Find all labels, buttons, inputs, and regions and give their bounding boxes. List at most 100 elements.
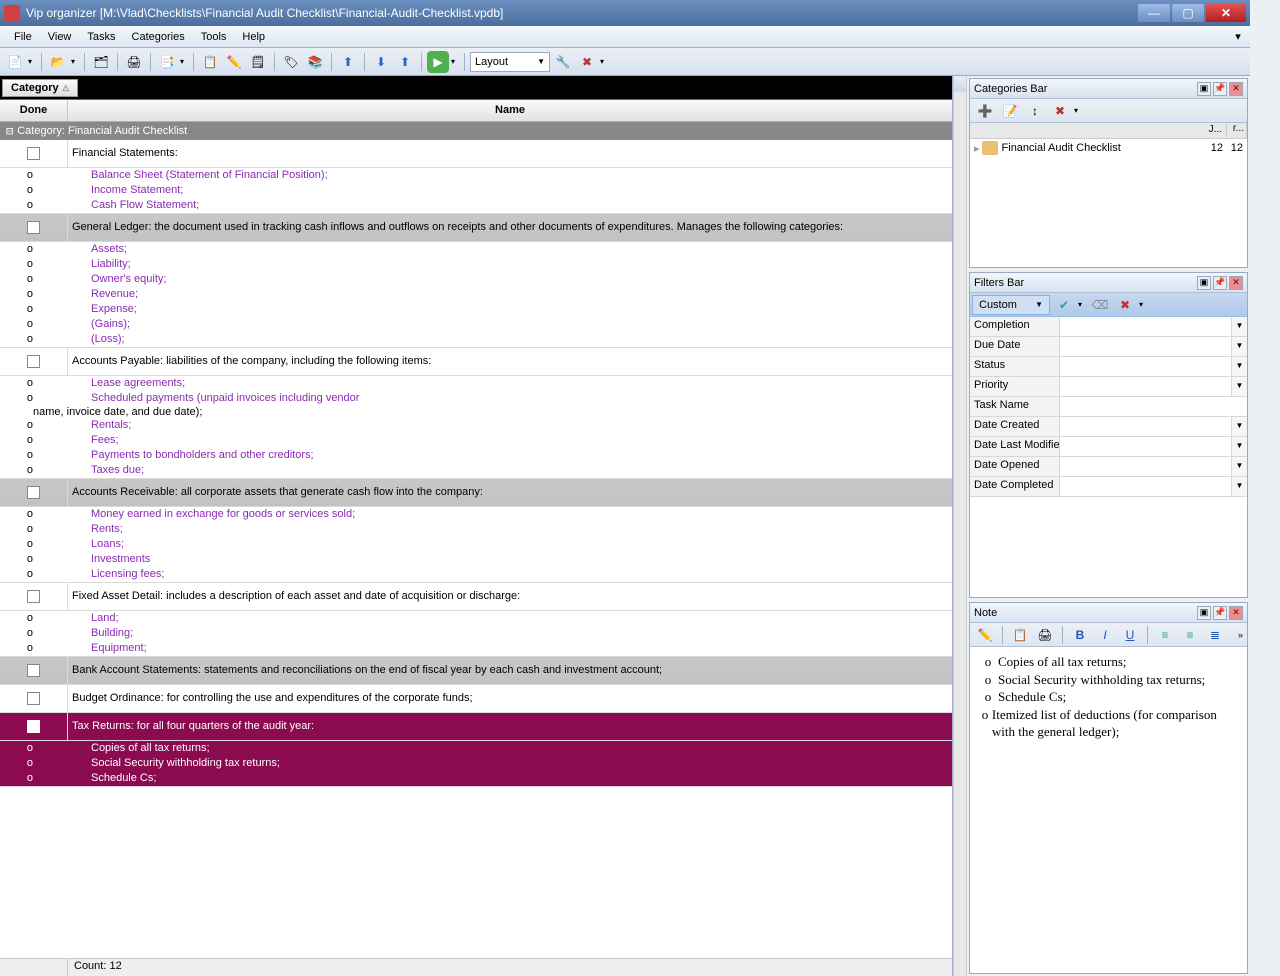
filter-value[interactable]: [1060, 317, 1231, 336]
italic-icon[interactable]: I: [1094, 624, 1116, 646]
layout-combo[interactable]: Layout ▼: [470, 52, 550, 72]
checkbox[interactable]: [27, 720, 40, 733]
dropdown-icon[interactable]: ▾: [451, 57, 459, 66]
filter-value[interactable]: [1060, 377, 1231, 396]
category-item[interactable]: ▸ Financial Audit Checklist 12 12: [970, 139, 1247, 157]
chevron-down-icon[interactable]: ▼: [1231, 357, 1247, 376]
up-blue-icon[interactable]: ⬆: [337, 51, 359, 73]
new-cat-icon[interactable]: ➕: [974, 100, 996, 122]
apply-layout-icon[interactable]: 🔧: [552, 51, 574, 73]
filter-row[interactable]: Date Opened▼: [970, 457, 1247, 477]
chevron-down-icon[interactable]: ▼: [1231, 337, 1247, 356]
del-cat-icon[interactable]: ✖: [1049, 100, 1071, 122]
filter-row[interactable]: Completion▼: [970, 317, 1247, 337]
task-row[interactable]: General Ledger: the document used in tra…: [0, 214, 952, 242]
edit-icon[interactable]: ✏️: [223, 51, 245, 73]
up-blue2-icon[interactable]: ⬆: [394, 51, 416, 73]
filter-row[interactable]: Priority▼: [970, 377, 1247, 397]
filter-value[interactable]: [1060, 457, 1231, 476]
task-row[interactable]: Accounts Payable: liabilities of the com…: [0, 348, 952, 376]
vertical-scrollbar[interactable]: [953, 76, 967, 976]
checkbox[interactable]: [27, 692, 40, 705]
chevron-down-icon[interactable]: ▼: [1231, 377, 1247, 396]
window-close-button[interactable]: ✕: [1206, 4, 1246, 22]
filter-value[interactable]: [1060, 397, 1247, 416]
bold-icon[interactable]: B: [1069, 624, 1091, 646]
checkbox[interactable]: [27, 221, 40, 234]
filter-row[interactable]: Date Last Modifie▼: [970, 437, 1247, 457]
remove-filter-icon[interactable]: ✖: [1114, 294, 1136, 316]
filter-row[interactable]: Date Created▼: [970, 417, 1247, 437]
group-by-category-button[interactable]: Category △: [2, 79, 78, 97]
filter-value[interactable]: [1060, 437, 1231, 456]
dropdown-icon[interactable]: ▾: [28, 57, 36, 66]
clear-filter-icon[interactable]: ⌫: [1089, 294, 1111, 316]
menu-help[interactable]: Help: [234, 29, 273, 45]
task-row[interactable]: Budget Ordinance: for controlling the us…: [0, 685, 952, 713]
folder-icon[interactable]: 🗂: [90, 51, 112, 73]
panel-close-icon[interactable]: ✕: [1229, 82, 1243, 96]
col-done[interactable]: Done: [0, 100, 68, 121]
category-group-row[interactable]: ⊟ Category: Financial Audit Checklist: [0, 122, 952, 140]
task-row[interactable]: Financial Statements:: [0, 140, 952, 168]
stack-icon[interactable]: 📚: [304, 51, 326, 73]
paste-icon[interactable]: 📋: [199, 51, 221, 73]
task-row[interactable]: Fixed Asset Detail: includes a descripti…: [0, 583, 952, 611]
checkbox[interactable]: [27, 664, 40, 677]
panel-restore-icon[interactable]: ▣: [1197, 82, 1211, 96]
filter-preset-combo[interactable]: Custom ▼: [972, 295, 1050, 315]
status-green-icon[interactable]: ▶: [427, 51, 449, 73]
checkbox[interactable]: [27, 486, 40, 499]
chevron-down-icon[interactable]: ▼: [1231, 317, 1247, 336]
dropdown-icon[interactable]: ▾: [1074, 106, 1082, 115]
categories-list[interactable]: ▸ Financial Audit Checklist 12 12: [970, 139, 1247, 267]
print-note-icon[interactable]: 🖨: [1034, 624, 1056, 646]
bullet-list-icon[interactable]: ≣: [1204, 624, 1226, 646]
underline-icon[interactable]: U: [1119, 624, 1141, 646]
dropdown-icon[interactable]: ▾: [1078, 300, 1086, 309]
apply-filter-icon[interactable]: ✔: [1053, 294, 1075, 316]
delete-icon[interactable]: ✖: [576, 51, 598, 73]
filter-value[interactable]: [1060, 417, 1231, 436]
panel-close-icon[interactable]: ✕: [1229, 606, 1243, 620]
overflow-icon[interactable]: »: [1238, 630, 1243, 640]
task-row[interactable]: Tax Returns: for all four quarters of th…: [0, 713, 952, 741]
checkbox[interactable]: [27, 147, 40, 160]
window-maximize-button[interactable]: ▢: [1172, 4, 1204, 22]
checkbox[interactable]: [27, 590, 40, 603]
dropdown-icon[interactable]: ▾: [71, 57, 79, 66]
down-blue-icon[interactable]: ⬇: [370, 51, 392, 73]
col-name[interactable]: Name: [68, 100, 952, 121]
new-item-icon[interactable]: 📂: [47, 51, 69, 73]
dropdown-icon[interactable]: ▾: [600, 57, 608, 66]
panel-restore-icon[interactable]: ▣: [1197, 606, 1211, 620]
chevron-down-icon[interactable]: ▼: [1231, 417, 1247, 436]
menu-overflow-icon[interactable]: ▾: [1232, 30, 1244, 43]
note-content[interactable]: oCopies of all tax returns;oSocial Secur…: [970, 647, 1247, 973]
filter-value[interactable]: [1060, 337, 1231, 356]
copy-icon[interactable]: 📋: [1009, 624, 1031, 646]
chevron-down-icon[interactable]: ▼: [1231, 477, 1247, 496]
edit-cat-icon[interactable]: 📝: [999, 100, 1021, 122]
filter-row[interactable]: Due Date▼: [970, 337, 1247, 357]
align-left-icon[interactable]: ≡: [1154, 624, 1176, 646]
panel-pin-icon[interactable]: 📌: [1213, 82, 1227, 96]
print-icon[interactable]: 🖨: [123, 51, 145, 73]
filter-value[interactable]: [1060, 477, 1231, 496]
menu-file[interactable]: File: [6, 29, 40, 45]
tag-icon[interactable]: 🏷: [280, 51, 302, 73]
edit-note-icon[interactable]: ✏️: [974, 624, 996, 646]
task-row[interactable]: Accounts Receivable: all corporate asset…: [0, 479, 952, 507]
checkbox[interactable]: [27, 355, 40, 368]
dropdown-icon[interactable]: ▾: [180, 57, 188, 66]
panel-pin-icon[interactable]: 📌: [1213, 276, 1227, 290]
chevron-down-icon[interactable]: ▼: [1231, 437, 1247, 456]
task-row[interactable]: Bank Account Statements: statements and …: [0, 657, 952, 685]
chevron-down-icon[interactable]: ▼: [1231, 457, 1247, 476]
menu-categories[interactable]: Categories: [124, 29, 193, 45]
menu-tools[interactable]: Tools: [193, 29, 235, 45]
grid-body[interactable]: ⊟ Category: Financial Audit Checklist Fi…: [0, 122, 952, 958]
window-minimize-button[interactable]: —: [1138, 4, 1170, 22]
filter-row[interactable]: Date Completed▼: [970, 477, 1247, 497]
note-icon[interactable]: 🗒: [247, 51, 269, 73]
